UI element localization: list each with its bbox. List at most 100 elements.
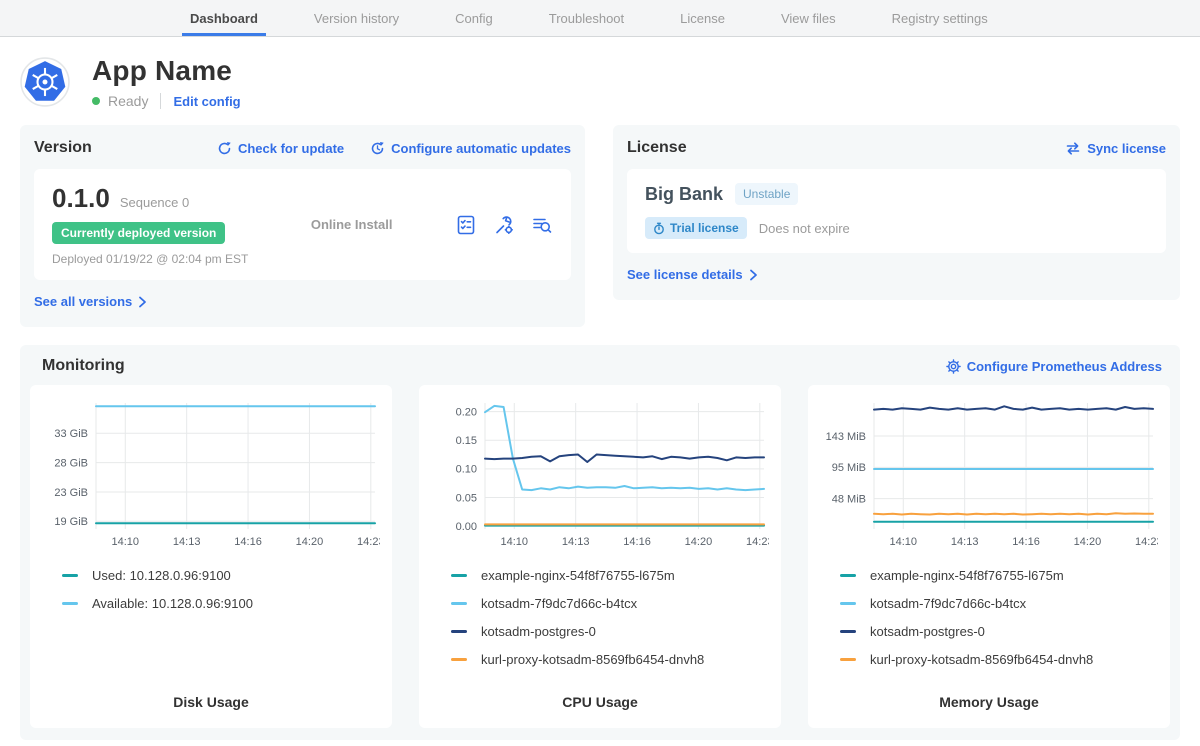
version-sequence: Sequence 0 bbox=[120, 195, 189, 210]
chart-title: Memory Usage bbox=[818, 684, 1160, 718]
svg-text:48 MiB: 48 MiB bbox=[832, 494, 866, 506]
chart-title: CPU Usage bbox=[429, 684, 771, 718]
svg-text:33 GiB: 33 GiB bbox=[54, 428, 88, 440]
legend-item: Available: 10.128.0.96:9100 bbox=[62, 589, 382, 617]
chevron-right-icon bbox=[138, 296, 147, 308]
configure-prometheus-link[interactable]: Configure Prometheus Address bbox=[946, 359, 1162, 374]
legend-item: kotsadm-7f9dc7d66c-b4tcx bbox=[840, 589, 1160, 617]
version-card-title: Version bbox=[34, 139, 92, 157]
legend-item: kurl-proxy-kotsadm-8569fb6454-dnvh8 bbox=[451, 645, 771, 673]
gear-icon bbox=[946, 359, 961, 374]
disk-usage-chart-card: 19 GiB 23 GiB 28 GiB 33 GiB 14:10 14:13 14:16 1… bbox=[30, 385, 392, 728]
legend-item: kotsadm-7f9dc7d66c-b4tcx bbox=[451, 589, 771, 617]
license-card: License Sync license Big Bank Unstable bbox=[613, 125, 1180, 300]
trial-license-badge: Trial license bbox=[645, 217, 747, 239]
svg-text:19 GiB: 19 GiB bbox=[54, 516, 88, 528]
svg-text:14:13: 14:13 bbox=[173, 536, 201, 548]
svg-text:14:13: 14:13 bbox=[951, 536, 979, 548]
svg-text:14:16: 14:16 bbox=[234, 536, 262, 548]
see-license-details-link[interactable]: See license details bbox=[627, 267, 758, 282]
chart-title: Disk Usage bbox=[40, 684, 382, 718]
svg-text:95 MiB: 95 MiB bbox=[832, 462, 866, 474]
memory-usage-chart-card: 48 MiB 95 MiB 143 MiB 14:10 14:13 14:16 14:20 1… bbox=[808, 385, 1170, 728]
tab-license[interactable]: License bbox=[680, 0, 725, 36]
chart-legend: example-nginx-54f8f76755-l675m kotsadm-7f… bbox=[818, 561, 1160, 673]
legend-label: example-nginx-54f8f76755-l675m bbox=[870, 568, 1064, 583]
nav-tabs: Dashboard Version history Config Troublesho… bbox=[190, 0, 988, 36]
svg-text:0.10: 0.10 bbox=[456, 464, 477, 476]
svg-text:14:10: 14:10 bbox=[890, 536, 918, 548]
legend-label: kurl-proxy-kotsadm-8569fb6454-dnvh8 bbox=[870, 652, 1093, 667]
svg-text:28 GiB: 28 GiB bbox=[54, 457, 88, 469]
tab-version-history[interactable]: Version history bbox=[314, 0, 399, 36]
legend-item: example-nginx-54f8f76755-l675m bbox=[840, 561, 1160, 589]
svg-text:14:20: 14:20 bbox=[1074, 536, 1102, 548]
tab-view-files[interactable]: View files bbox=[781, 0, 836, 36]
svg-text:14:23: 14:23 bbox=[357, 536, 380, 548]
check-for-update-link[interactable]: Check for update bbox=[217, 141, 344, 156]
edit-config-wrench-icon[interactable] bbox=[493, 214, 515, 236]
swap-arrows-icon bbox=[1065, 141, 1081, 156]
deploy-logs-icon[interactable] bbox=[531, 214, 553, 236]
chart-plot: 48 MiB 95 MiB 143 MiB 14:10 14:13 14:16 14:20 1… bbox=[818, 395, 1158, 553]
legend-swatch bbox=[840, 658, 856, 661]
legend-item: kotsadm-postgres-0 bbox=[451, 617, 771, 645]
legend-item: Used: 10.128.0.96:9100 bbox=[62, 561, 382, 589]
legend-label: kurl-proxy-kotsadm-8569fb6454-dnvh8 bbox=[481, 652, 704, 667]
legend-label: Used: 10.128.0.96:9100 bbox=[92, 568, 231, 583]
channel-badge: Unstable bbox=[735, 183, 798, 205]
svg-text:0.00: 0.00 bbox=[456, 521, 477, 533]
deployed-badge: Currently deployed version bbox=[52, 222, 225, 244]
svg-text:14:23: 14:23 bbox=[1135, 536, 1158, 548]
chart-plot: 0.000.050.100.150.2014:1014:1314:1614:20… bbox=[429, 395, 769, 553]
deployed-timestamp: Deployed 01/19/22 @ 02:04 pm EST bbox=[52, 252, 248, 266]
svg-text:143 MiB: 143 MiB bbox=[826, 431, 866, 443]
legend-swatch bbox=[840, 574, 856, 577]
license-customer-name: Big Bank bbox=[645, 184, 723, 205]
tab-config[interactable]: Config bbox=[455, 0, 493, 36]
install-type: Online Install bbox=[311, 217, 393, 232]
divider bbox=[160, 93, 161, 109]
tab-registry-settings[interactable]: Registry settings bbox=[892, 0, 988, 36]
svg-text:23 GiB: 23 GiB bbox=[54, 487, 88, 499]
legend-item: kotsadm-postgres-0 bbox=[840, 617, 1160, 645]
stopwatch-icon bbox=[653, 222, 665, 235]
svg-text:14:20: 14:20 bbox=[296, 536, 324, 548]
kubernetes-logo-icon bbox=[20, 57, 70, 107]
sync-license-link[interactable]: Sync license bbox=[1065, 141, 1166, 156]
svg-text:14:13: 14:13 bbox=[562, 536, 590, 548]
tab-dashboard[interactable]: Dashboard bbox=[190, 0, 258, 36]
legend-label: kotsadm-postgres-0 bbox=[481, 624, 596, 639]
svg-text:0.05: 0.05 bbox=[456, 492, 477, 504]
version-card: Version Check for update Configure autom… bbox=[20, 125, 585, 327]
configure-auto-updates-link[interactable]: Configure automatic updates bbox=[370, 141, 571, 156]
refresh-icon bbox=[217, 141, 232, 156]
svg-text:14:20: 14:20 bbox=[685, 536, 713, 548]
chevron-right-icon bbox=[749, 269, 758, 281]
monitoring-title: Monitoring bbox=[42, 357, 125, 375]
current-version-panel: 0.1.0 Sequence 0 Currently deployed vers… bbox=[34, 169, 571, 280]
see-all-versions-link[interactable]: See all versions bbox=[34, 294, 147, 309]
app-status: Ready bbox=[108, 93, 148, 109]
svg-text:14:10: 14:10 bbox=[501, 536, 529, 548]
legend-label: kotsadm-7f9dc7d66c-b4tcx bbox=[870, 596, 1026, 611]
chart-legend: example-nginx-54f8f76755-l675mkotsadm-7f… bbox=[429, 561, 771, 673]
svg-text:14:16: 14:16 bbox=[623, 536, 651, 548]
legend-swatch bbox=[451, 602, 467, 605]
legend-swatch bbox=[451, 630, 467, 633]
cpu-usage-chart-card: 0.000.050.100.150.2014:1014:1314:1614:20… bbox=[419, 385, 781, 728]
svg-text:14:10: 14:10 bbox=[112, 536, 140, 548]
schedule-update-icon bbox=[370, 141, 385, 156]
status-dot bbox=[92, 97, 100, 105]
svg-text:14:16: 14:16 bbox=[1012, 536, 1040, 548]
edit-config-link[interactable]: Edit config bbox=[173, 94, 240, 109]
svg-text:0.15: 0.15 bbox=[456, 435, 477, 447]
chart-legend: Used: 10.128.0.96:9100 Available: 10.128.… bbox=[40, 561, 382, 617]
legend-swatch bbox=[840, 630, 856, 633]
legend-swatch bbox=[62, 574, 78, 577]
monitoring-card: Monitoring Configure Prometheus Address … bbox=[20, 345, 1180, 740]
legend-label: kotsadm-7f9dc7d66c-b4tcx bbox=[481, 596, 637, 611]
tab-troubleshoot[interactable]: Troubleshoot bbox=[549, 0, 624, 36]
preflight-checks-icon[interactable] bbox=[455, 214, 477, 236]
license-panel: Big Bank Unstable Trial license Does not… bbox=[627, 169, 1166, 253]
